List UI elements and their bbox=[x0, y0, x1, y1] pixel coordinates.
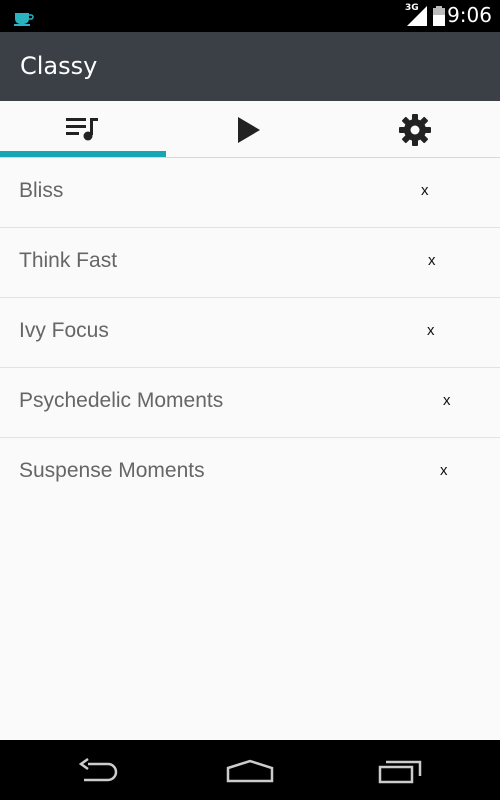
home-icon[interactable] bbox=[226, 759, 274, 783]
list-item[interactable]: Bliss x bbox=[0, 158, 500, 228]
app-title: Classy bbox=[20, 52, 98, 80]
tab-playlists[interactable] bbox=[0, 101, 166, 157]
signal-icon bbox=[407, 6, 427, 26]
remove-button[interactable]: x bbox=[427, 322, 435, 339]
remove-button[interactable]: x bbox=[443, 392, 451, 409]
remove-button[interactable]: x bbox=[421, 182, 429, 199]
tab-settings[interactable] bbox=[334, 101, 500, 157]
playlist-name: Ivy Focus bbox=[19, 319, 109, 342]
recents-icon[interactable] bbox=[378, 758, 424, 784]
status-time: 9:06 bbox=[447, 3, 492, 27]
list-item[interactable]: Psychedelic Moments x bbox=[0, 368, 500, 438]
settings-gear-icon bbox=[399, 114, 431, 146]
system-nav-bar bbox=[0, 740, 500, 800]
play-icon bbox=[238, 117, 260, 143]
playlist-name: Psychedelic Moments bbox=[19, 389, 224, 412]
app-notification-icon bbox=[14, 13, 34, 26]
playlist-name: Think Fast bbox=[19, 249, 118, 272]
list-item[interactable]: Think Fast x bbox=[0, 228, 500, 298]
playlist-name: Suspense Moments bbox=[19, 459, 205, 482]
remove-button[interactable]: x bbox=[440, 462, 448, 479]
app-bar: Classy bbox=[0, 32, 500, 101]
back-icon[interactable] bbox=[78, 758, 122, 784]
playlist-icon bbox=[66, 118, 98, 141]
tab-bar bbox=[0, 101, 500, 158]
playlist-list: Bliss x Think Fast x Ivy Focus x Psyched… bbox=[0, 158, 500, 507]
remove-button[interactable]: x bbox=[428, 252, 436, 269]
status-bar: 3G 9:06 bbox=[0, 0, 500, 32]
tab-player[interactable] bbox=[167, 101, 333, 157]
list-item[interactable]: Suspense Moments x bbox=[0, 438, 500, 507]
battery-icon bbox=[433, 6, 445, 26]
list-item[interactable]: Ivy Focus x bbox=[0, 298, 500, 368]
playlist-name: Bliss bbox=[19, 179, 64, 202]
tab-selected-indicator bbox=[0, 151, 166, 157]
